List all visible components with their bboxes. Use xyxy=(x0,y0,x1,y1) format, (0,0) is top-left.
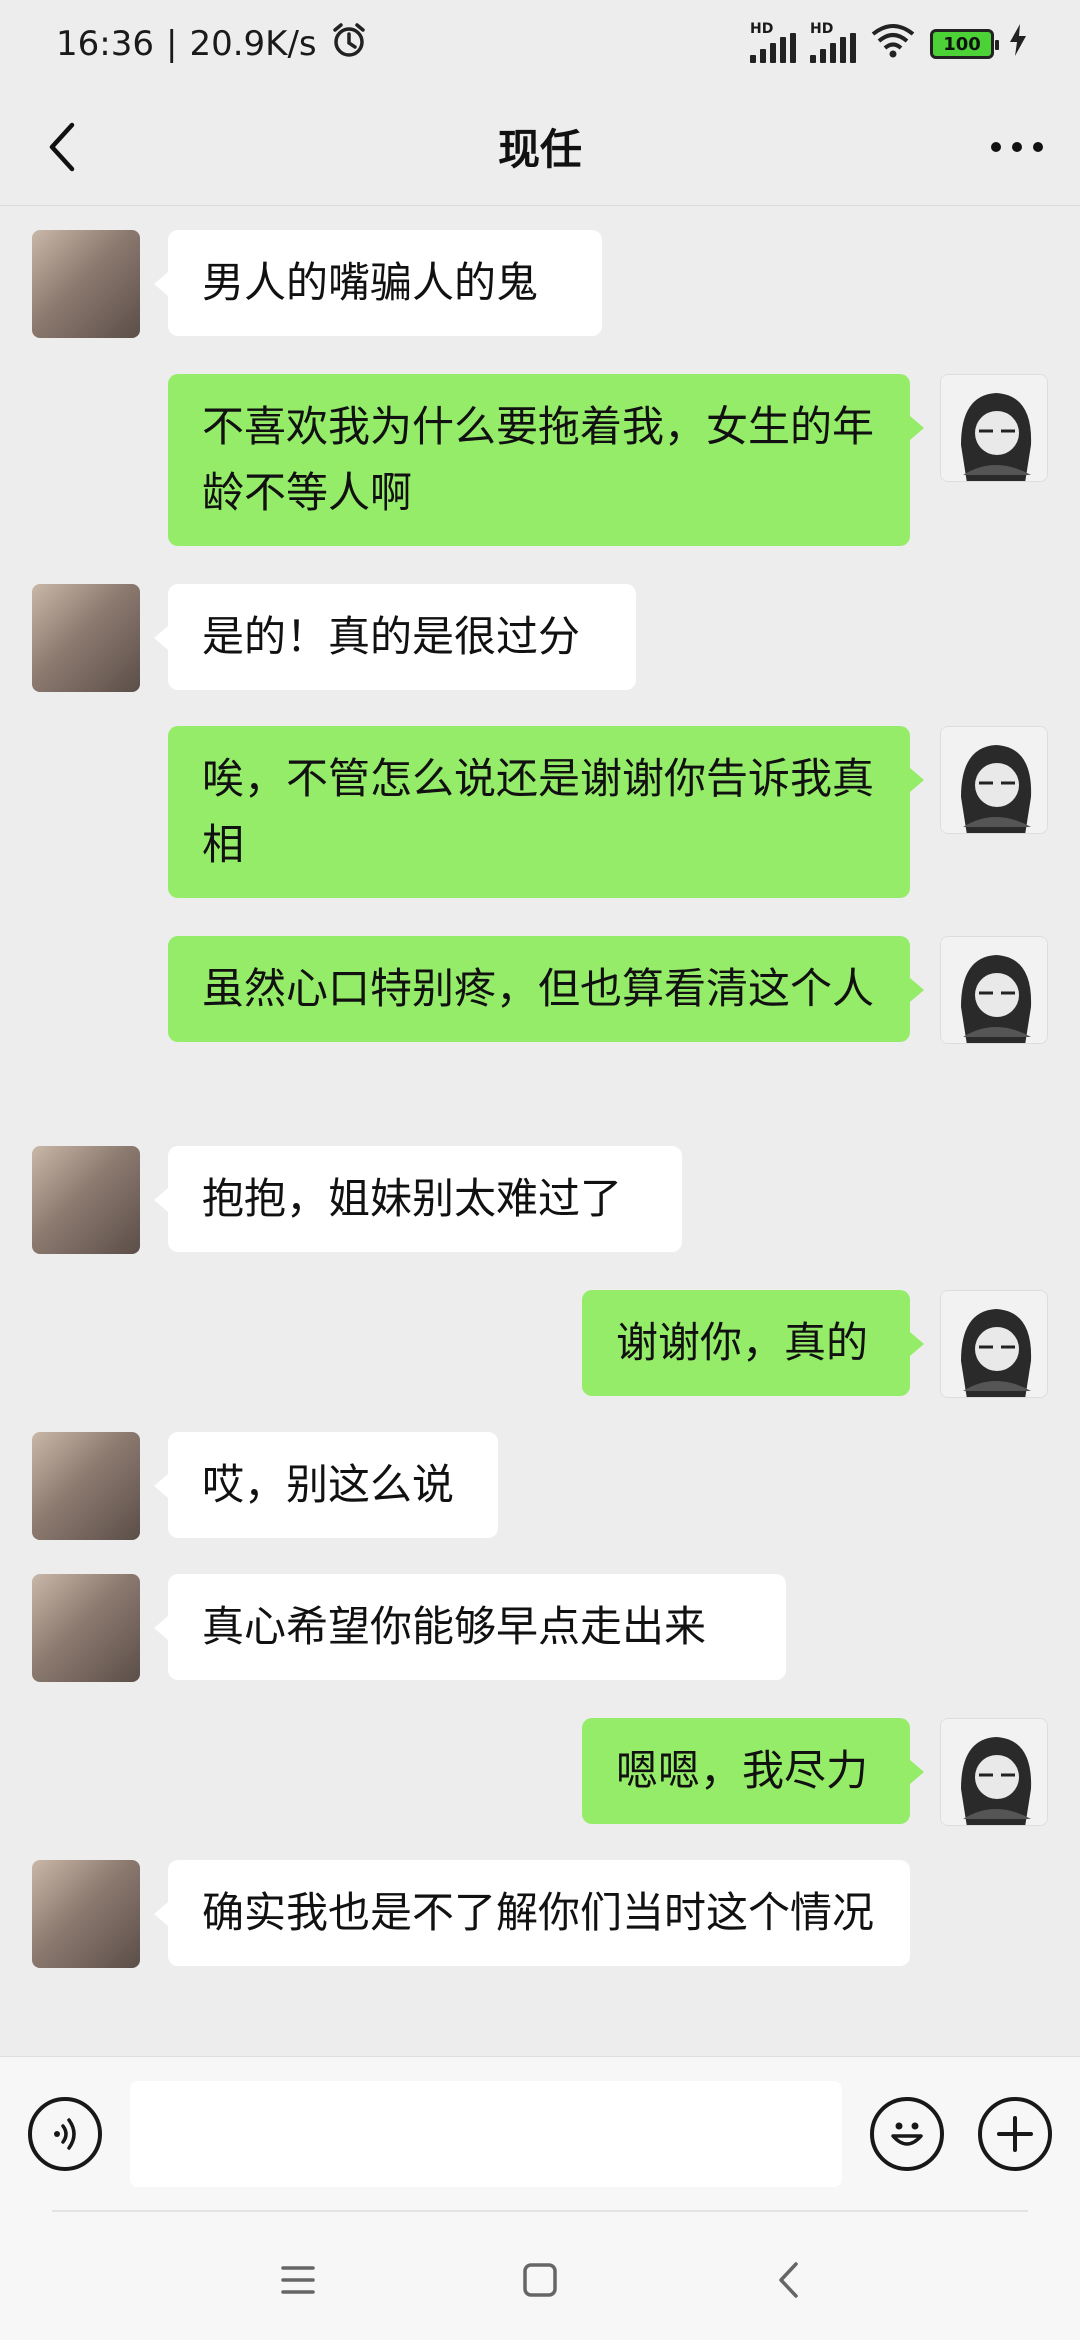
message-input[interactable] xyxy=(130,2081,842,2187)
message-bubble[interactable]: 确实我也是不了解你们当时这个情况 xyxy=(154,1860,910,1966)
message-row: 是的！真的是很过分 xyxy=(0,584,1080,696)
divider xyxy=(52,2210,1028,2212)
message-bubble[interactable]: 唉，不管怎么说还是谢谢你告诉我真相 xyxy=(168,726,924,898)
contact-avatar[interactable] xyxy=(32,584,140,692)
more-functions-button[interactable] xyxy=(978,2097,1052,2171)
message-bubble[interactable]: 是的！真的是很过分 xyxy=(154,584,636,690)
my-avatar[interactable] xyxy=(940,1718,1048,1826)
my-avatar[interactable] xyxy=(940,936,1048,1044)
more-icon xyxy=(991,142,1043,152)
my-avatar[interactable] xyxy=(940,1290,1048,1398)
menu-nav-button[interactable] xyxy=(258,2240,338,2320)
my-avatar[interactable] xyxy=(940,726,1048,834)
emoji-button[interactable] xyxy=(870,2097,944,2171)
back-icon xyxy=(779,2262,798,2298)
contact-avatar[interactable] xyxy=(32,1146,140,1254)
message-bubble[interactable]: 谢谢你，真的 xyxy=(582,1290,924,1396)
contact-avatar[interactable] xyxy=(32,230,140,338)
message-row: 哎，别这么说 xyxy=(0,1432,1080,1544)
page-title: 现任 xyxy=(497,125,582,174)
message-list[interactable]: 男人的嘴骗人的鬼 不喜欢我为什么要拖着我，女生的年龄不等人啊 是的！真的是很过分… xyxy=(0,206,1080,2056)
signal-icon: HD xyxy=(810,21,856,63)
battery-icon: 100 xyxy=(930,29,999,59)
signal-hd-label: HD xyxy=(750,21,774,37)
charging-icon xyxy=(1008,23,1028,66)
wifi-icon xyxy=(870,22,916,67)
battery-level: 100 xyxy=(943,33,981,55)
back-button[interactable] xyxy=(32,112,92,182)
status-time: 16:36 xyxy=(56,24,154,64)
input-bar xyxy=(0,2056,1080,2210)
message-row: 抱抱，姐妹别太难过了 xyxy=(0,1146,1080,1258)
back-nav-button[interactable] xyxy=(748,2240,828,2320)
emoji-icon xyxy=(891,2122,923,2146)
message-bubble[interactable]: 抱抱，姐妹别太难过了 xyxy=(154,1146,682,1252)
plus-icon xyxy=(997,2116,1033,2152)
message-row: 不喜欢我为什么要拖着我，女生的年龄不等人啊 xyxy=(0,374,1080,552)
menu-icon xyxy=(281,2266,315,2294)
home-icon xyxy=(523,2263,557,2297)
contact-avatar[interactable] xyxy=(32,1860,140,1968)
signal-icon: HD xyxy=(750,21,796,63)
home-nav-button[interactable] xyxy=(500,2240,580,2320)
message-row: 虽然心口特别疼，但也算看清这个人 xyxy=(0,936,1080,1114)
message-bubble[interactable]: 不喜欢我为什么要拖着我，女生的年龄不等人啊 xyxy=(168,374,924,546)
status-net-speed: 20.9K/s xyxy=(189,24,317,64)
system-nav-bar xyxy=(0,2210,1080,2340)
message-row: 嗯嗯，我尽力 xyxy=(0,1718,1080,1830)
message-row: 确实我也是不了解你们当时这个情况 xyxy=(0,1860,1080,2038)
message-bubble[interactable]: 男人的嘴骗人的鬼 xyxy=(154,230,602,336)
message-row: 男人的嘴骗人的鬼 xyxy=(0,230,1080,342)
voice-button[interactable] xyxy=(28,2097,102,2171)
message-row: 唉，不管怎么说还是谢谢你告诉我真相 xyxy=(0,726,1080,904)
contact-avatar[interactable] xyxy=(32,1574,140,1682)
status-right: HD HD 100 xyxy=(750,21,1028,67)
chat-header: 现任 xyxy=(0,88,1080,206)
more-options-button[interactable] xyxy=(982,112,1052,182)
status-bar: 16:36 | 20.9K/s HD HD 100 xyxy=(0,0,1080,88)
status-left: 16:36 | 20.9K/s xyxy=(56,20,369,69)
my-avatar[interactable] xyxy=(940,374,1048,482)
message-bubble[interactable]: 哎，别这么说 xyxy=(154,1432,498,1538)
status-separator: | xyxy=(165,24,178,64)
message-row: 谢谢你，真的 xyxy=(0,1290,1080,1402)
alarm-icon xyxy=(329,20,369,69)
signal-hd-label: HD xyxy=(810,21,834,37)
message-bubble[interactable]: 嗯嗯，我尽力 xyxy=(582,1718,924,1824)
voice-icon xyxy=(54,2118,76,2150)
message-row: 真心希望你能够早点走出来 xyxy=(0,1574,1080,1686)
message-bubble[interactable]: 虽然心口特别疼，但也算看清这个人 xyxy=(168,936,924,1042)
message-bubble[interactable]: 真心希望你能够早点走出来 xyxy=(154,1574,786,1680)
chevron-left-icon xyxy=(49,122,75,172)
contact-avatar[interactable] xyxy=(32,1432,140,1540)
